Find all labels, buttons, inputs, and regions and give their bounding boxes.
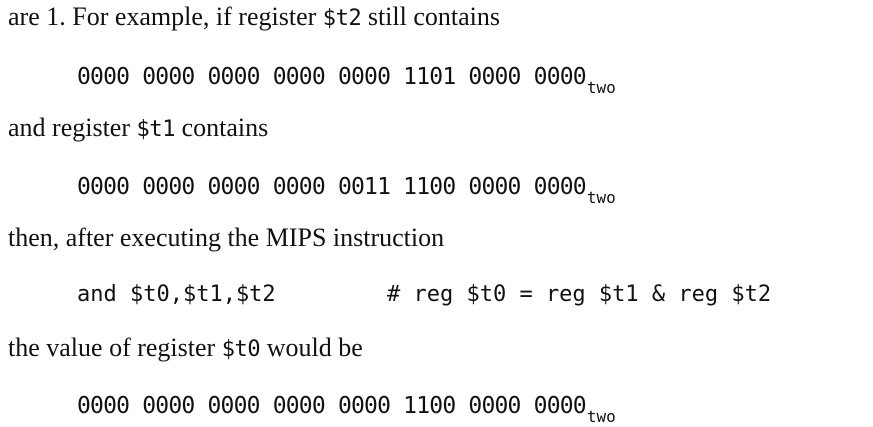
prose-text: are 1. For example, if register (8, 2, 323, 31)
mips-instruction: and $t0,$t1,$t2 # reg $t0 = reg $t1 & re… (77, 280, 771, 310)
paragraph-instruction-intro: then, after executing the MIPS instructi… (8, 222, 444, 254)
prose-text: the value of register (8, 333, 222, 362)
paragraph-register-t1-intro: and register $t1 contains (8, 112, 268, 145)
paragraph-result-intro: the value of register $t0 would be (8, 332, 363, 365)
register-name: $t1 (136, 117, 176, 142)
prose-text: then, after executing the MIPS instructi… (8, 223, 445, 252)
binary-value-t2: 0000 0000 0000 0000 0000 1101 0000 0000t… (77, 62, 616, 97)
base-subscript: two (586, 78, 616, 97)
binary-digits: 0000 0000 0000 0000 0000 1101 0000 0000 (77, 64, 587, 90)
binary-digits: 0000 0000 0000 0000 0011 1100 0000 0000 (77, 174, 587, 200)
base-subscript: two (586, 188, 616, 207)
register-name: $t2 (322, 6, 362, 31)
prose-text: and register (8, 113, 137, 142)
prose-text: would be (260, 333, 363, 362)
instruction-code: and $t0,$t1,$t2 (77, 282, 276, 307)
binary-digits: 0000 0000 0000 0000 0000 1100 0000 0000 (77, 393, 587, 419)
prose-text: contains (175, 113, 269, 142)
instruction-comment: # reg $t0 = reg $t1 & reg $t2 (387, 282, 772, 307)
base-subscript: two (586, 407, 616, 426)
prose-text: still contains (361, 2, 500, 31)
binary-value-t1: 0000 0000 0000 0000 0011 1100 0000 0000t… (77, 172, 616, 207)
binary-value-t0: 0000 0000 0000 0000 0000 1100 0000 0000t… (77, 391, 616, 426)
document-page: are 1. For example, if register $t2 stil… (0, 0, 873, 427)
register-name: $t0 (221, 337, 261, 362)
paragraph-register-t2-intro: are 1. For example, if register $t2 stil… (8, 1, 500, 34)
